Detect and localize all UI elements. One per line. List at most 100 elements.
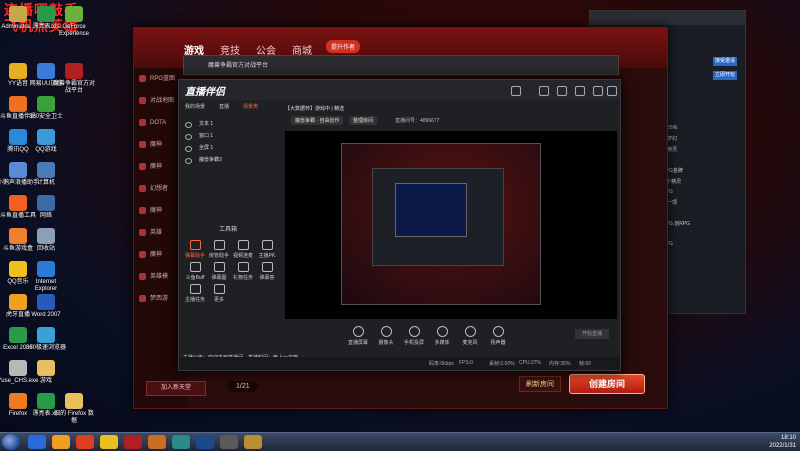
tab-live[interactable]: 直播	[219, 103, 229, 110]
message-icon[interactable]	[539, 86, 549, 96]
start-button[interactable]	[2, 434, 20, 450]
source-control[interactable]: 手机投屏	[401, 326, 427, 346]
accept-button[interactable]: 接受邀请	[713, 57, 737, 66]
app-icon	[37, 294, 55, 310]
visibility-icon[interactable]	[185, 134, 192, 140]
pager[interactable]: 1/21	[228, 381, 258, 392]
sidebar-item-label: 魔神	[150, 164, 163, 170]
play-button[interactable]: 立即开玩	[713, 71, 737, 80]
tool-icon	[213, 240, 225, 250]
desktop-icon[interactable]: 旧的 Firefox 数据	[52, 393, 96, 425]
menu-icon[interactable]	[575, 86, 585, 96]
room-id: 直播间号：4896677	[395, 118, 440, 124]
scene-item[interactable]: 窗口 1	[179, 130, 281, 142]
taskbar-app-icon[interactable]	[76, 435, 94, 449]
taskbar-app-icon[interactable]	[172, 435, 190, 449]
create-room-button[interactable]: 创建房间	[569, 374, 645, 394]
desktop-icon[interactable]: Internet Explorer	[24, 261, 68, 293]
clock[interactable]: 18:10 2022/1/31	[769, 434, 796, 450]
refresh-rooms-button[interactable]: 刷新房间	[519, 376, 561, 392]
visibility-icon[interactable]	[185, 158, 192, 164]
start-live-button[interactable]: 开始直播	[575, 329, 609, 339]
source-control[interactable]: 多媒体	[429, 326, 455, 346]
desktop-icon[interactable]: 魔兽争霸官方对战平台	[52, 63, 96, 95]
message-line: RPG	[662, 189, 745, 195]
tool-icon	[189, 284, 201, 294]
room-category-button[interactable]: 魔兽争霸 · 自由创作	[291, 116, 344, 125]
streamer-header[interactable]: 直播伴侣	[179, 80, 620, 100]
desktop-icon[interactable]: 360极速浏览器	[24, 327, 68, 352]
desktop-icon-label: 旧的 Firefox 数据	[54, 411, 94, 424]
desktop-icon-label: Word 2007	[31, 312, 61, 318]
desktop-icon[interactable]: QQ游戏	[24, 129, 68, 154]
tool-button[interactable]: 视频连麦	[231, 240, 255, 259]
taskbar-app-icon[interactable]	[244, 435, 262, 449]
taskbar-app-icon[interactable]	[124, 435, 142, 449]
desktop-icon[interactable]: 360安全卫士	[24, 96, 68, 121]
stream-preview[interactable]	[285, 131, 617, 319]
scene-label: 文本 1	[199, 121, 214, 127]
category-icon	[139, 163, 146, 170]
visibility-icon[interactable]	[185, 146, 192, 152]
window-titlebar[interactable]	[590, 11, 745, 25]
sidebar-item-label: DOTA	[150, 120, 167, 126]
taskbar-app-icon[interactable]	[28, 435, 46, 449]
visibility-icon[interactable]	[185, 122, 192, 128]
scene-label: 魔兽争霸3	[199, 157, 222, 163]
category-icon	[139, 229, 146, 236]
source-control[interactable]: 摄像头	[373, 326, 399, 346]
scene-item[interactable]: 全屏 1	[179, 142, 281, 154]
taskbar-app-icon[interactable]	[100, 435, 118, 449]
desktop-icon[interactable]: 网络	[24, 195, 68, 220]
tool-button[interactable]: 礼物任务	[231, 262, 255, 281]
source-control[interactable]: 直播屏幕	[345, 326, 371, 346]
source-control[interactable]: 麦克风	[457, 326, 483, 346]
desktop-icon[interactable]: 计算机	[24, 162, 68, 187]
tool-button[interactable]: 弹幕助手	[183, 240, 207, 259]
taskbar-app-icon[interactable]	[52, 435, 70, 449]
taskbar-app-icon[interactable]	[148, 435, 166, 449]
sidebar-item-label: 魔神	[150, 142, 163, 148]
desktop-icon-label: GeForce Experience	[58, 24, 90, 37]
tool-button[interactable]: 斗鱼Buff	[183, 262, 207, 281]
message-line: c455%	[662, 125, 678, 131]
taskbar-app-icon[interactable]	[196, 435, 214, 449]
tool-button[interactable]: 弹幕答	[255, 262, 279, 281]
desktop-icon-label: 网络	[39, 213, 52, 219]
desktop-icon[interactable]: GeForce Experience	[52, 6, 96, 38]
scene-item[interactable]: 文本 1	[179, 118, 281, 130]
tool-icon	[213, 262, 225, 272]
tab-scene-type[interactable]: 场景类	[243, 103, 258, 110]
desktop-icon-label: 计算机	[36, 180, 55, 186]
tool-label: 礼物任务	[232, 275, 253, 281]
tool-button[interactable]: 弹幕图	[207, 262, 231, 281]
promo-badge[interactable]: 提升作者	[326, 40, 361, 53]
minimize-icon[interactable]	[593, 86, 603, 96]
app-icon	[37, 162, 55, 178]
tool-icon	[261, 240, 273, 250]
category-icon	[139, 141, 146, 148]
source-control[interactable]: 扬声器	[485, 326, 511, 346]
clock-time: 18:10	[780, 435, 796, 441]
tab-my-scenes[interactable]: 我的场景	[185, 103, 205, 110]
desktop-icon[interactable]: 回收站	[24, 228, 68, 253]
join-button[interactable]: 加入新天堂	[146, 381, 206, 396]
desktop-icon[interactable]: 游戏	[24, 360, 68, 385]
tool-button[interactable]: 房管助手	[207, 240, 231, 259]
tool-icon	[189, 262, 201, 272]
settings-icon[interactable]	[557, 86, 567, 96]
platform-inner-title[interactable]: 魔兽争霸官方对战平台	[183, 55, 619, 75]
desktop-icon[interactable]: Word 2007	[24, 294, 68, 319]
app-icon	[37, 129, 55, 145]
close-icon[interactable]	[607, 86, 617, 96]
scene-tabs: 我的场景 直播 场景类	[179, 101, 281, 113]
tool-button[interactable]: 更多	[207, 284, 231, 303]
tool-button[interactable]: 主播PK	[255, 240, 279, 259]
taskbar-app-icon[interactable]	[220, 435, 238, 449]
streaming-app-window[interactable]: 直播伴侣 我的场景 直播 场景类 【大数据杯】游戏中 | 精选 魔兽争霸 · 自…	[178, 79, 621, 371]
room-edit-button[interactable]: 整理房间	[349, 116, 378, 125]
avatar-icon[interactable]	[511, 86, 521, 96]
scene-item[interactable]: 魔兽争霸3	[179, 154, 281, 166]
status-item: 帧:60	[579, 361, 591, 367]
tool-button[interactable]: 主播任务	[183, 284, 207, 303]
